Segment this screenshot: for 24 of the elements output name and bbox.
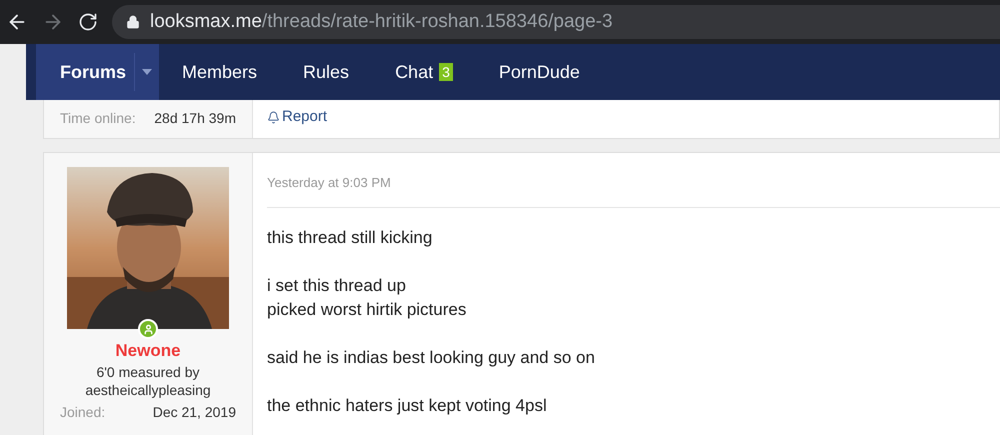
nav-tab[interactable]: Rules	[280, 44, 372, 100]
nav-tab[interactable]: Forums	[36, 44, 160, 100]
post-text-line: the ethnic haters just kept voting 4psl	[267, 395, 547, 417]
user-title: 6'0 measured by aestheicallypleasing	[84, 363, 212, 399]
count-badge: 3	[439, 63, 453, 81]
nav-tab[interactable]: Members	[159, 44, 280, 100]
stat-value: Dec 21, 2019	[152, 403, 236, 422]
stat-value: 28d 17h 39m	[154, 109, 236, 128]
post-text-line: i set this thread up	[267, 275, 406, 297]
report-link[interactable]: Report	[267, 107, 328, 127]
post-text-line: picked worst hirtik pictures	[267, 299, 466, 321]
url-text: looksmax.me/threads/rate-hritik-roshan.158346/page-3	[150, 10, 613, 34]
post-text-line: this thread still kicking	[267, 227, 432, 249]
reload-icon[interactable]	[78, 12, 98, 32]
caret-icon	[141, 68, 154, 76]
stat-label: Time online:	[60, 109, 136, 128]
nav-tab[interactable]: PornDude	[476, 44, 603, 100]
username-link[interactable]: Newone	[115, 341, 181, 361]
post-text-line: said he is indias best looking guy and so on	[267, 347, 595, 369]
lock-icon	[126, 15, 140, 29]
stat-label: Joined:	[60, 403, 106, 422]
nav-tab[interactable]: Chat 3	[372, 44, 476, 100]
address-bar[interactable]: looksmax.me/threads/rate-hritik-roshan.158346/page-3	[112, 5, 1000, 39]
bell-icon	[267, 110, 280, 124]
